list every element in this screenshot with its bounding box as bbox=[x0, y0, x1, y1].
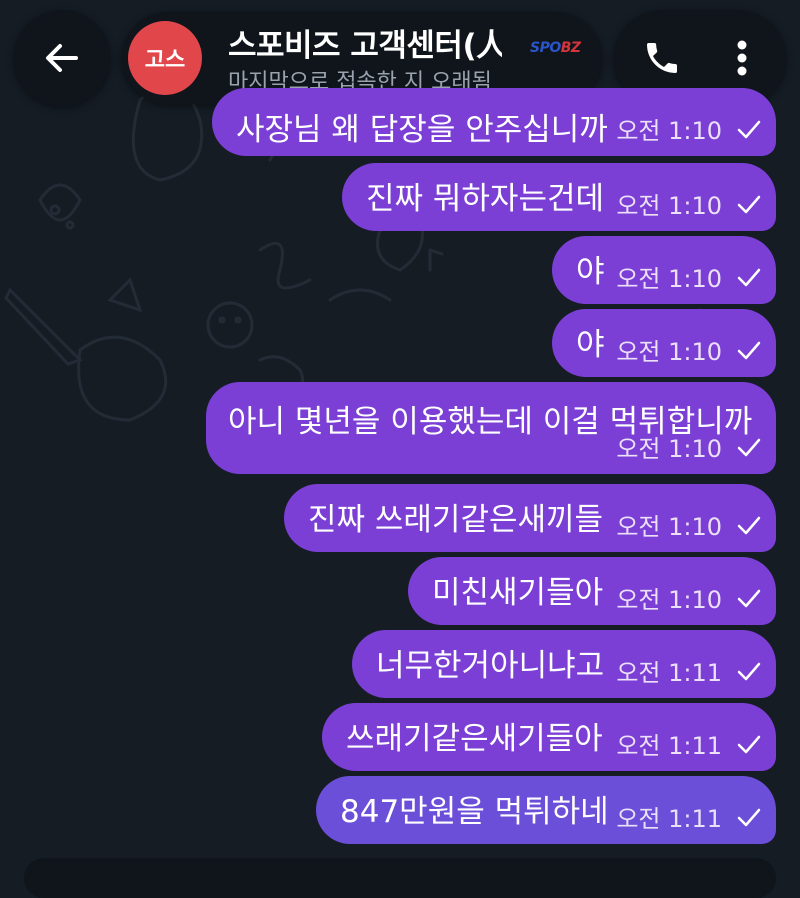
message-meta: 오전 1:10 bbox=[616, 507, 762, 542]
message-time: 오전 1:10 bbox=[616, 192, 722, 220]
message-bubble[interactable]: 쓰래기같은새기들아 오전 1:11 bbox=[322, 703, 776, 771]
check-icon bbox=[737, 268, 761, 286]
message-bubble[interactable]: 너무한거아니냐고 오전 1:11 bbox=[352, 630, 776, 698]
avatar-initials: 고스 bbox=[144, 48, 186, 73]
brand-logo-text: SPO bbox=[530, 40, 561, 56]
message-text: 사장님 왜 답장을 안주십니까 bbox=[236, 112, 608, 148]
more-vertical-icon bbox=[737, 40, 747, 76]
message-time: 오전 1:10 bbox=[616, 586, 722, 614]
message-meta: 오전 1:11 bbox=[616, 799, 762, 834]
message-meta: 오전 1:10 bbox=[616, 186, 762, 221]
phone-icon bbox=[647, 43, 677, 73]
brand-logo: SPOBZ bbox=[530, 40, 581, 56]
check-icon bbox=[737, 516, 761, 534]
back-button[interactable] bbox=[14, 10, 110, 106]
brand-logo-accent: BZ bbox=[560, 40, 581, 56]
message-bubble[interactable]: 야 오전 1:10 bbox=[552, 236, 776, 304]
message-bubble[interactable]: 847만원을 먹튀하네 오전 1:11 bbox=[316, 776, 776, 844]
check-icon bbox=[737, 120, 761, 138]
message-bubble[interactable]: 야 오전 1:10 bbox=[552, 309, 776, 377]
check-icon bbox=[737, 438, 761, 456]
message-meta: 오전 1:10 bbox=[616, 259, 762, 294]
message-time: 오전 1:10 bbox=[616, 265, 722, 293]
message-time: 오전 1:10 bbox=[616, 513, 722, 541]
message-text: 너무한거아니냐고 bbox=[376, 648, 605, 684]
message-bubble[interactable]: 아니 몇년을 이용했는데 이걸 먹튀합니까 오전 1:10 bbox=[206, 382, 776, 474]
chat-title: 스포비즈 고객센터(人 bbox=[228, 20, 502, 65]
message-bubble[interactable]: 미친새기들아 오전 1:10 bbox=[408, 557, 776, 625]
message-time: 오전 1:10 bbox=[616, 117, 722, 145]
message-bubble[interactable]: 진짜 쓰래기같은새끼들 오전 1:10 bbox=[284, 484, 776, 552]
chat-title-overflow: 人 bbox=[476, 28, 503, 64]
message-text: 진짜 뭐하자는건데 bbox=[366, 181, 605, 217]
message-text: 진짜 쓰래기같은새끼들 bbox=[308, 502, 604, 538]
message-meta: 오전 1:10 bbox=[616, 332, 762, 367]
check-icon bbox=[737, 195, 761, 213]
arrow-left-icon bbox=[46, 44, 78, 72]
message-time: 오전 1:11 bbox=[616, 805, 722, 833]
check-icon bbox=[737, 589, 761, 607]
chat-title-text: 스포비즈 고객센터( bbox=[228, 28, 477, 64]
message-meta: 오전 1:10 bbox=[616, 111, 762, 146]
avatar: 고스 bbox=[128, 21, 202, 95]
check-icon bbox=[737, 808, 761, 826]
message-bubble[interactable]: 진짜 뭐하자는건데 오전 1:10 bbox=[342, 163, 776, 231]
message-time: 오전 1:10 bbox=[616, 338, 722, 366]
message-time: 오전 1:11 bbox=[616, 732, 722, 760]
check-icon bbox=[737, 662, 761, 680]
message-text: 미친새기들아 bbox=[432, 575, 604, 611]
message-time: 오전 1:11 bbox=[616, 659, 722, 687]
message-text: 야 bbox=[576, 327, 605, 363]
check-icon bbox=[737, 735, 761, 753]
message-input-bar[interactable] bbox=[24, 858, 776, 898]
message-meta: 오전 1:11 bbox=[616, 653, 762, 688]
check-icon bbox=[737, 341, 761, 359]
message-bubble[interactable]: 사장님 왜 답장을 안주십니까 오전 1:10 bbox=[212, 88, 776, 156]
message-text: 847만원을 먹튀하네 bbox=[340, 794, 609, 830]
message-meta: 오전 1:10 bbox=[616, 580, 762, 615]
message-text: 쓰래기같은새기들아 bbox=[346, 721, 603, 757]
message-meta: 오전 1:11 bbox=[616, 726, 762, 761]
message-text: 야 bbox=[576, 254, 605, 290]
message-time: 오전 1:10 bbox=[616, 435, 722, 463]
message-meta: 오전 1:10 bbox=[616, 429, 762, 464]
